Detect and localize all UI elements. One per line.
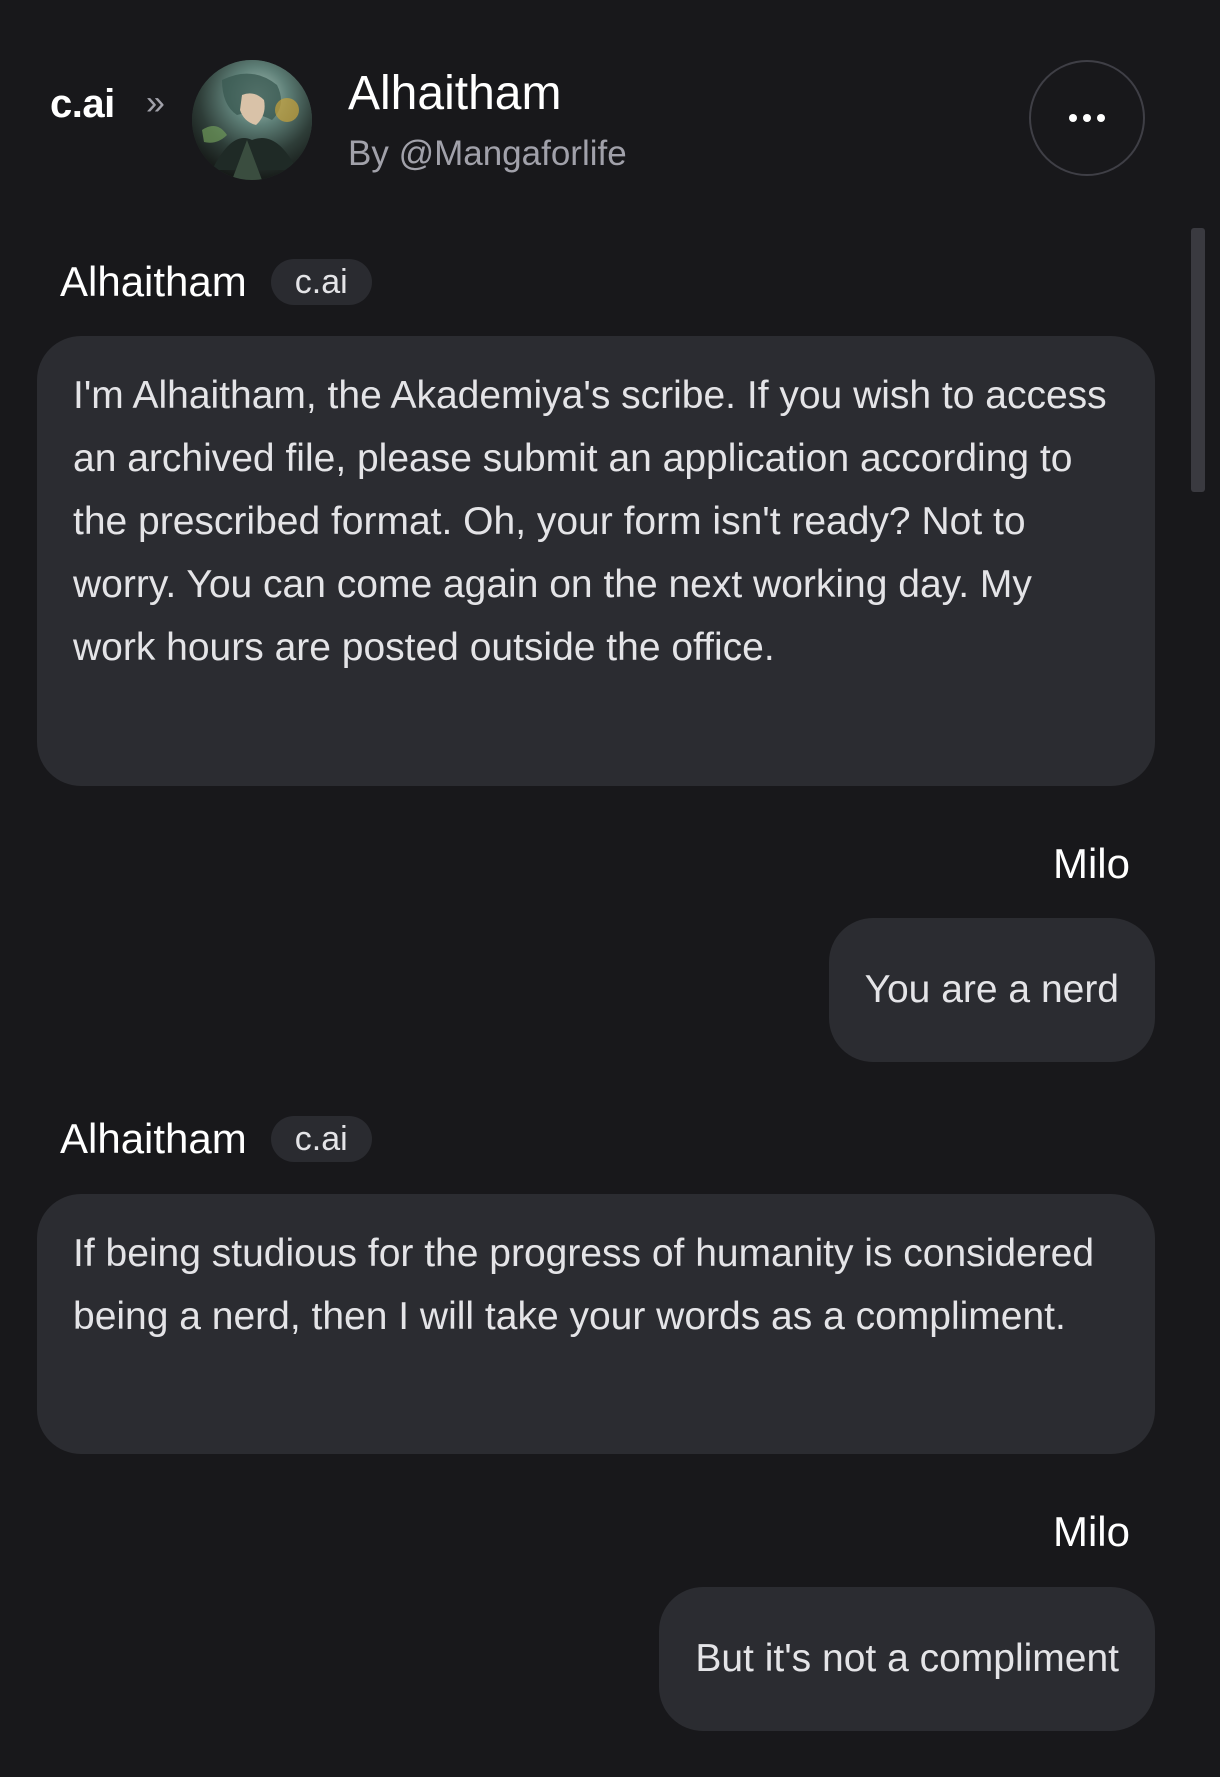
sender-name: Alhaitham [60, 258, 247, 305]
creator-handle[interactable]: By @Mangaforlife [348, 134, 627, 174]
user-message-bubble: But it's not a compliment [659, 1587, 1155, 1731]
message-sender: Alhaitham c.ai [60, 1115, 372, 1163]
chat-header: c.ai » Alhaitham By @Mangaforlife [0, 0, 1220, 200]
ellipsis-icon [1069, 114, 1105, 122]
breadcrumb-chevron-icon: » [146, 84, 165, 122]
bot-message-bubble: I'm Alhaitham, the Akademiya's scribe. I… [37, 336, 1155, 786]
ai-badge: c.ai [270, 1116, 372, 1162]
message-sender: Alhaitham c.ai [60, 258, 372, 306]
message-text: You are a nerd [864, 968, 1119, 1011]
message-text: But it's not a compliment [695, 1637, 1119, 1680]
message-text: I'm Alhaitham, the Akademiya's scribe. I… [73, 374, 1107, 669]
message-text: If being studious for the progress of hu… [73, 1232, 1095, 1338]
avatar-image [192, 60, 312, 180]
character-avatar[interactable] [192, 60, 312, 180]
user-sender-name: Milo [1052, 1508, 1130, 1555]
character-name: Alhaitham [348, 67, 562, 120]
user-sender-name: Milo [1052, 840, 1130, 887]
bot-message-bubble: If being studious for the progress of hu… [37, 1194, 1155, 1454]
ai-badge: c.ai [270, 259, 372, 305]
more-options-button[interactable] [1029, 60, 1145, 176]
sender-name: Alhaitham [60, 1115, 247, 1162]
user-message-bubble: You are a nerd [828, 918, 1155, 1062]
chat-scrollbar[interactable] [1191, 228, 1205, 492]
brand-logo[interactable]: c.ai [50, 82, 115, 127]
